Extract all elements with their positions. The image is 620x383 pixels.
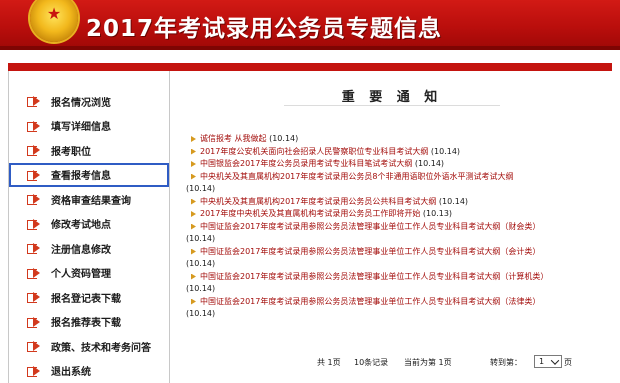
title-divider bbox=[284, 105, 500, 106]
arrow-right-icon bbox=[27, 316, 41, 328]
sidebar-item-edit-registration[interactable]: 注册信息修改 bbox=[9, 236, 169, 261]
arrow-right-icon bbox=[27, 365, 41, 377]
sidebar-item-label: 退出系统 bbox=[51, 367, 91, 379]
bullet-icon bbox=[191, 161, 196, 167]
list-item[interactable]: 2017年度公安机关面向社会招录人民警察职位专业科目考试大纲 (10.14) bbox=[186, 146, 606, 159]
sidebar-item-fill-details[interactable]: 填写详细信息 bbox=[9, 114, 169, 139]
news-date: (10.14) bbox=[438, 196, 469, 206]
sidebar-item-label: 报名登记表下载 bbox=[51, 293, 121, 305]
news-date: (10.14) bbox=[186, 184, 216, 193]
sidebar-item-change-exam-location[interactable]: 修改考试地点 bbox=[9, 212, 169, 237]
site-title: 2017年考试录用公务员专题信息 bbox=[86, 16, 443, 42]
news-link[interactable]: 中国证监会2017年度考试录用参照公务员法管理事业单位工作人员专业科目考试大纲（… bbox=[200, 297, 540, 306]
sidebar-item-logout[interactable]: 退出系统 bbox=[9, 359, 169, 383]
list-item[interactable]: 中央机关及其直属机构2017年度考试录用公务员公共科目考试大纲 (10.14) bbox=[186, 196, 606, 209]
news-link[interactable]: 中央机关及其直属机构2017年度考试录用公务员8个非通用语职位外语水平测试考试大… bbox=[200, 172, 513, 181]
national-emblem-icon: ★ bbox=[30, 0, 78, 42]
pager-goto-suffix: 页 bbox=[564, 358, 572, 367]
arrow-right-icon bbox=[27, 194, 41, 206]
news-link[interactable]: 2017年度公安机关面向社会招录人民警察职位专业科目考试大纲 bbox=[200, 147, 428, 156]
bullet-icon bbox=[191, 211, 196, 217]
arrow-right-icon bbox=[27, 243, 41, 255]
news-date: (10.14) bbox=[186, 309, 216, 318]
sidebar-item-label: 查看报考信息 bbox=[51, 171, 111, 183]
pagination: 共 1页 10条记录 当前为第 1页 转到第： 1 页 bbox=[172, 355, 612, 369]
news-link[interactable]: 中国证监会2017年度考试录用参照公务员法管理事业单位工作人员专业科目考试大纲（… bbox=[200, 272, 548, 281]
arrow-right-icon bbox=[27, 96, 41, 108]
news-date: (10.14) bbox=[430, 146, 461, 156]
bullet-icon bbox=[191, 148, 196, 155]
pager-total-pages: 共 1页 bbox=[317, 358, 341, 367]
list-item[interactable]: 中国证监会2017年度考试录用参照公务员法管理事业单位工作人员专业科目考试大纲（… bbox=[186, 246, 606, 271]
news-link[interactable]: 中央机关及其直属机构2017年度考试录用公务员公共科目考试大纲 bbox=[200, 197, 436, 206]
list-item[interactable]: 2017年度中央机关及其直属机构考试录用公务员工作即将开始 (10.13) bbox=[186, 208, 606, 221]
pager-total-records: 10条记录 bbox=[354, 358, 389, 367]
sidebar-item-apply-position[interactable]: 报考职位 bbox=[9, 138, 169, 163]
page-select[interactable]: 1 bbox=[534, 355, 562, 368]
news-date: (10.14) bbox=[186, 259, 216, 268]
sidebar-item-label: 填写详细信息 bbox=[51, 122, 111, 134]
sidebar-item-label: 注册信息修改 bbox=[51, 244, 111, 256]
sidebar-item-label: 报考职位 bbox=[51, 146, 91, 158]
news-date: (10.14) bbox=[269, 134, 299, 143]
sidebar-item-qualification-result[interactable]: 资格审查结果查询 bbox=[9, 187, 169, 212]
main-content: 重 要 通 知 诚信报考 从我做起 (10.14) 2017年度公安机关面向社会… bbox=[172, 71, 612, 383]
list-item[interactable]: 中国证监会2017年度考试录用参照公务员法管理事业单位工作人员专业科目考试大纲（… bbox=[186, 296, 606, 321]
header-divider bbox=[8, 63, 612, 71]
header-banner: ★ 2017年考试录用公务员专题信息 bbox=[0, 0, 620, 50]
pager-current-page: 当前为第 1页 bbox=[404, 358, 452, 367]
sidebar-item-label: 修改考试地点 bbox=[51, 220, 111, 232]
news-link[interactable]: 中国证监会2017年度考试录用参照公务员法管理事业单位工作人员专业科目考试大纲（… bbox=[200, 247, 540, 256]
sidebar-item-registration-overview[interactable]: 报名情况浏览 bbox=[9, 89, 169, 114]
news-link[interactable]: 诚信报考 从我做起 bbox=[200, 134, 267, 143]
arrow-right-icon bbox=[27, 341, 41, 353]
page-title: 重 要 通 知 bbox=[341, 90, 443, 105]
news-link[interactable]: 中国证监会2017年度考试录用参照公务员法管理事业单位工作人员专业科目考试大纲（… bbox=[200, 222, 540, 231]
chevron-down-icon bbox=[550, 356, 560, 365]
sidebar-item-download-recommendation-form[interactable]: 报名推荐表下载 bbox=[9, 310, 169, 335]
list-item[interactable]: 中国证监会2017年度考试录用参照公务员法管理事业单位工作人员专业科目考试大纲（… bbox=[186, 271, 606, 296]
news-list: 诚信报考 从我做起 (10.14) 2017年度公安机关面向社会招录人民警察职位… bbox=[186, 133, 606, 321]
sidebar-item-label: 报名推荐表下载 bbox=[51, 318, 121, 330]
arrow-right-icon bbox=[27, 145, 41, 157]
list-item[interactable]: 中国银监会2017年度公务员录用考试专业科目笔试考试大纲 (10.14) bbox=[186, 158, 606, 171]
news-date: (10.14) bbox=[186, 284, 216, 293]
arrow-right-icon bbox=[27, 218, 41, 230]
page-select-value: 1 bbox=[539, 357, 545, 366]
bullet-icon bbox=[191, 198, 196, 205]
list-item[interactable]: 中央机关及其直属机构2017年度考试录用公务员8个非通用语职位外语水平测试考试大… bbox=[186, 171, 606, 196]
arrow-right-icon bbox=[27, 267, 41, 279]
sidebar-item-label: 个人资码管理 bbox=[51, 269, 111, 281]
sidebar-item-label: 资格审查结果查询 bbox=[51, 195, 131, 207]
news-date: (10.14) bbox=[186, 234, 216, 243]
list-item[interactable]: 诚信报考 从我做起 (10.14) bbox=[186, 133, 606, 146]
news-link[interactable]: 中国银监会2017年度公务员录用考试专业科目笔试考试大纲 bbox=[200, 159, 412, 168]
pager-goto-label: 转到第： bbox=[490, 358, 522, 367]
arrow-right-icon bbox=[27, 120, 41, 132]
news-link[interactable]: 2017年度中央机关及其直属机构考试录用公务员工作即将开始 bbox=[200, 209, 420, 218]
list-item[interactable]: 中国证监会2017年度考试录用参照公务员法管理事业单位工作人员专业科目考试大纲（… bbox=[186, 221, 606, 246]
arrow-right-icon bbox=[27, 169, 41, 181]
sidebar-item-download-registration-form[interactable]: 报名登记表下载 bbox=[9, 285, 169, 310]
arrow-right-icon bbox=[27, 292, 41, 304]
bullet-icon bbox=[191, 136, 196, 142]
news-date: (10.14) bbox=[414, 159, 445, 168]
sidebar-item-view-application[interactable]: 查看报考信息 bbox=[9, 162, 169, 187]
sidebar-item-label: 政策、技术和考务问答 bbox=[51, 342, 151, 354]
sidebar-nav: 报名情况浏览 填写详细信息 报考职位 查看报考信息 资格审查结果查询 修改考试地… bbox=[8, 71, 170, 383]
news-date: (10.13) bbox=[422, 209, 453, 218]
sidebar-item-label: 报名情况浏览 bbox=[51, 97, 111, 109]
sidebar-item-personal-code[interactable]: 个人资码管理 bbox=[9, 261, 169, 286]
sidebar-item-faq[interactable]: 政策、技术和考务问答 bbox=[9, 334, 169, 359]
